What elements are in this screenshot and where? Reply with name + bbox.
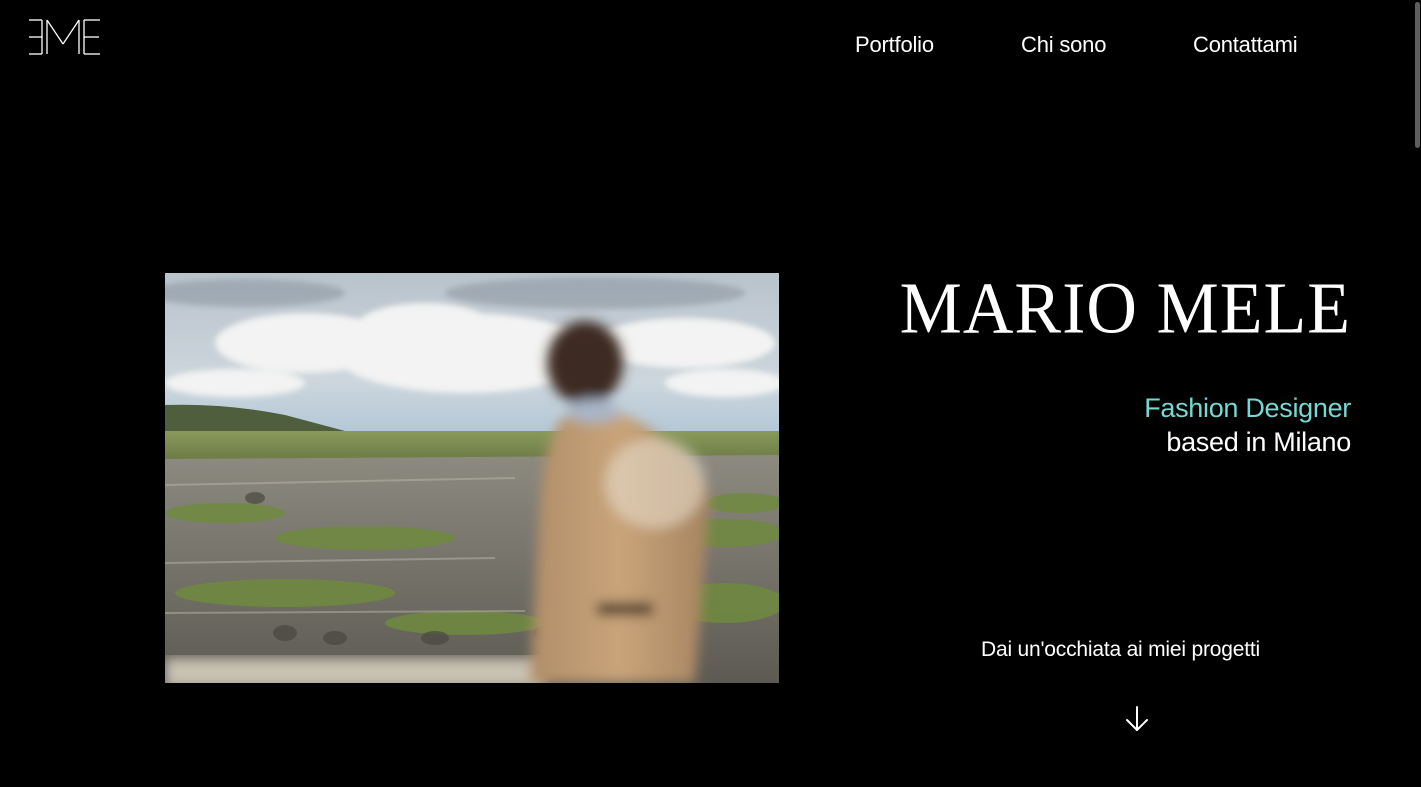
- role-tagline: Fashion Designer based in Milano: [1144, 391, 1351, 459]
- hero-photo: [165, 273, 779, 683]
- nav-item-contattami[interactable]: Contattami: [1193, 32, 1298, 58]
- role-accent-text: Fashion Designer: [1144, 393, 1351, 423]
- scrollbar-track[interactable]: [1413, 0, 1421, 787]
- page-title: MARIO MELE: [899, 269, 1351, 350]
- main-nav: Portfolio Chi sono Contattami: [0, 32, 1421, 60]
- nav-item-chi-sono[interactable]: Chi sono: [1021, 32, 1106, 58]
- role-location-text: based in Milano: [1166, 427, 1351, 457]
- arrow-down-icon[interactable]: [1124, 705, 1150, 733]
- scrollbar-thumb[interactable]: [1415, 2, 1420, 148]
- nav-item-portfolio[interactable]: Portfolio: [855, 32, 934, 58]
- projects-cta-link[interactable]: Dai un'occhiata ai miei progetti: [981, 638, 1260, 662]
- page: Portfolio Chi sono Contattami MARIO MELE…: [0, 0, 1421, 787]
